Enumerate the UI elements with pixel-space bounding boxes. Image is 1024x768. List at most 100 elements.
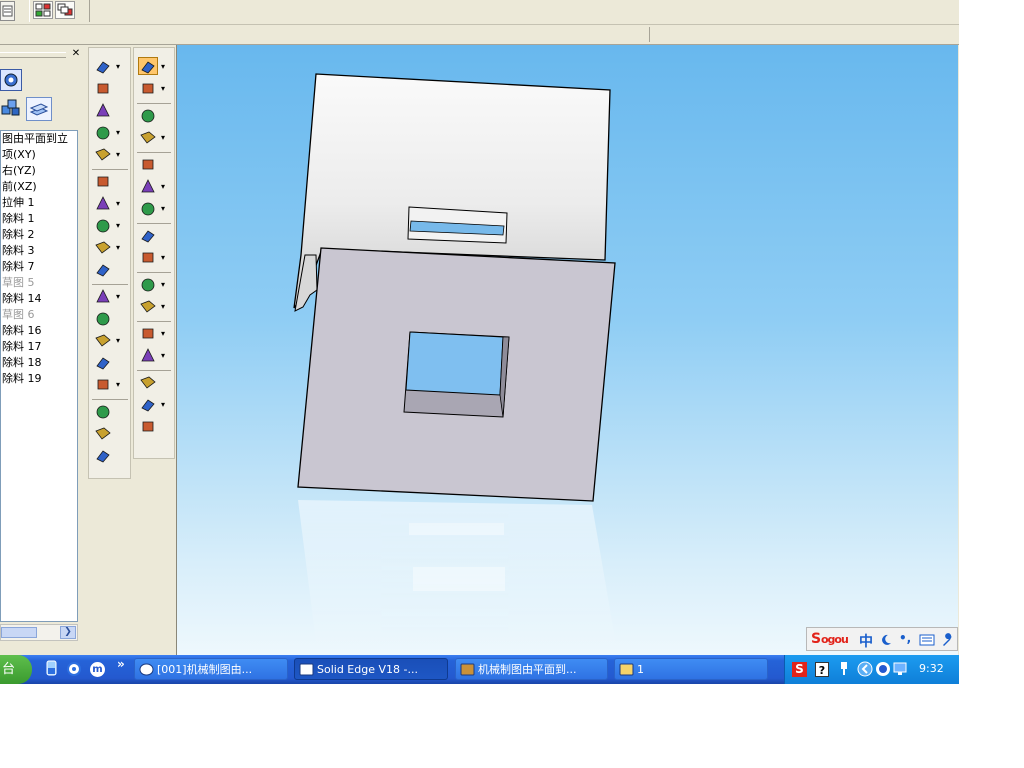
pathfinder-tab-layers[interactable] [26,97,52,121]
feature-tree-item[interactable]: 项(XY) [1,147,77,163]
taskbar-button[interactable]: [001]机械制图由... [134,658,288,680]
dropdown-arrow-icon[interactable]: ▾ [116,293,122,301]
dropdown-arrow-icon[interactable]: ▾ [161,254,167,262]
taskbar-button[interactable]: 机械制图由平面到... [455,658,608,680]
pathfinder-tab-assembly[interactable] [0,97,22,119]
feature-tree-item[interactable]: 前(XZ) [1,179,77,195]
pathfinder-tab-features[interactable] [0,69,22,91]
dropdown-arrow-icon[interactable]: ▾ [116,63,122,71]
curve-icon[interactable] [94,288,112,304]
tree-scroll-right-button[interactable]: ❯ [60,626,76,639]
tray-collapse-icon[interactable] [857,660,873,678]
extrude-icon[interactable] [139,107,157,123]
dropdown-arrow-icon[interactable]: ▾ [161,352,167,360]
clock[interactable]: 9:32 [919,662,944,675]
feature-tree-item[interactable]: 除料 3 [1,243,77,259]
mirror-icon[interactable] [94,403,112,419]
help-tray-icon[interactable]: ? [815,662,829,677]
3d-viewport[interactable] [177,45,958,655]
rib-icon[interactable] [94,261,112,277]
ime-punctuation[interactable]: •, [899,631,911,645]
mount-boss-icon[interactable] [139,347,157,363]
surface-icon[interactable] [94,332,112,348]
feature-tree-item[interactable]: 除料 7 [1,259,77,275]
revolve-icon[interactable] [94,80,112,96]
feature-tree-item[interactable]: 除料 19 [1,371,77,387]
feature-tree-item[interactable]: 除料 1 [1,211,77,227]
snap-icon[interactable] [139,374,157,390]
chamfer-icon[interactable] [94,195,112,211]
taskbar-button[interactable]: Solid Edge V18 -... [294,658,448,680]
hole-icon[interactable] [94,124,112,140]
sweep2-icon[interactable] [139,200,157,216]
plane-icon[interactable] [139,156,157,172]
web-network-icon[interactable] [139,276,157,292]
tree-hscrollbar[interactable]: ❯ [0,624,78,641]
quicklaunch-overflow-chevron[interactable]: » [117,657,125,671]
dropdown-arrow-icon[interactable]: ▾ [161,401,167,409]
umbrella-icon[interactable] [139,227,157,243]
trim-icon[interactable] [94,376,112,392]
helix-icon[interactable] [94,310,112,326]
quicklaunch-ie-icon[interactable] [66,660,82,678]
dropdown-arrow-icon[interactable]: ▾ [116,200,122,208]
face-icon[interactable] [139,396,157,412]
feature-tree-item[interactable]: 图由平面到立 [1,131,77,147]
feature-tree-item[interactable]: 草图 5 [1,275,77,291]
coordinate-icon[interactable] [139,178,157,194]
quicklaunch-m-icon[interactable]: m [90,662,105,677]
sweep-icon[interactable] [94,146,112,162]
start-button[interactable]: 台 [0,655,32,684]
round-icon[interactable] [94,173,112,189]
blend-icon[interactable] [94,354,112,370]
feature-tree-item[interactable]: 除料 16 [1,323,77,339]
thin-wall-icon[interactable] [94,239,112,255]
soft-keyboard-icon[interactable] [919,633,935,647]
dropdown-arrow-icon[interactable]: ▾ [116,337,122,345]
ime-mode-chinese[interactable]: 中 [859,631,873,651]
sketch-icon[interactable] [139,80,157,96]
protrusion-icon[interactable] [94,58,112,74]
tray-m-icon[interactable] [875,660,891,678]
network-plug-icon[interactable] [837,660,851,678]
dropdown-arrow-icon[interactable]: ▾ [161,183,167,191]
wrench-settings-icon[interactable] [940,633,954,647]
sogou-ime-bar[interactable]: S ogou 中 •, [806,627,958,651]
dropdown-arrow-icon[interactable]: ▾ [161,63,167,71]
panel-close-button[interactable]: ✕ [70,48,82,60]
wedge-icon[interactable] [139,249,157,265]
vent-icon[interactable] [139,325,157,341]
draft-icon[interactable] [94,217,112,233]
half-width-moon-icon[interactable] [879,633,893,647]
layers-stack-icon[interactable] [139,129,157,145]
select-tool-icon[interactable] [138,57,158,75]
dropdown-arrow-icon[interactable]: ▾ [161,85,167,93]
cutout-icon[interactable] [94,102,112,118]
dropdown-arrow-icon[interactable]: ▾ [116,222,122,230]
feature-tree-item[interactable]: 除料 17 [1,339,77,355]
dropdown-arrow-icon[interactable]: ▾ [116,244,122,252]
dropdown-arrow-icon[interactable]: ▾ [116,129,122,137]
dropdown-arrow-icon[interactable]: ▾ [161,303,167,311]
thicken-icon[interactable] [139,418,157,434]
feature-tree-item[interactable]: 拉伸 1 [1,195,77,211]
tile-windows-button[interactable] [33,1,53,19]
dropdown-arrow-icon[interactable]: ▾ [161,134,167,142]
cascade-windows-button[interactable] [55,1,75,19]
dropdown-arrow-icon[interactable]: ▾ [161,330,167,338]
taskbar-button[interactable]: 1 [614,658,768,680]
quicklaunch-water-icon[interactable] [44,660,60,678]
feature-tree-item[interactable]: 右(YZ) [1,163,77,179]
lip-icon[interactable] [139,298,157,314]
feature-tree-item[interactable]: 除料 14 [1,291,77,307]
display-monitor-icon[interactable] [892,660,908,678]
sogou-tray-icon[interactable]: S [792,662,807,677]
feature-tree-item[interactable]: 除料 18 [1,355,77,371]
toolbar-button-partial[interactable] [0,1,15,21]
pattern-icon[interactable] [94,425,112,441]
dropdown-arrow-icon[interactable]: ▾ [116,151,122,159]
dropdown-arrow-icon[interactable]: ▾ [116,381,122,389]
dropdown-arrow-icon[interactable]: ▾ [161,281,167,289]
dropdown-arrow-icon[interactable]: ▾ [161,205,167,213]
part-copy-icon[interactable] [94,447,112,463]
